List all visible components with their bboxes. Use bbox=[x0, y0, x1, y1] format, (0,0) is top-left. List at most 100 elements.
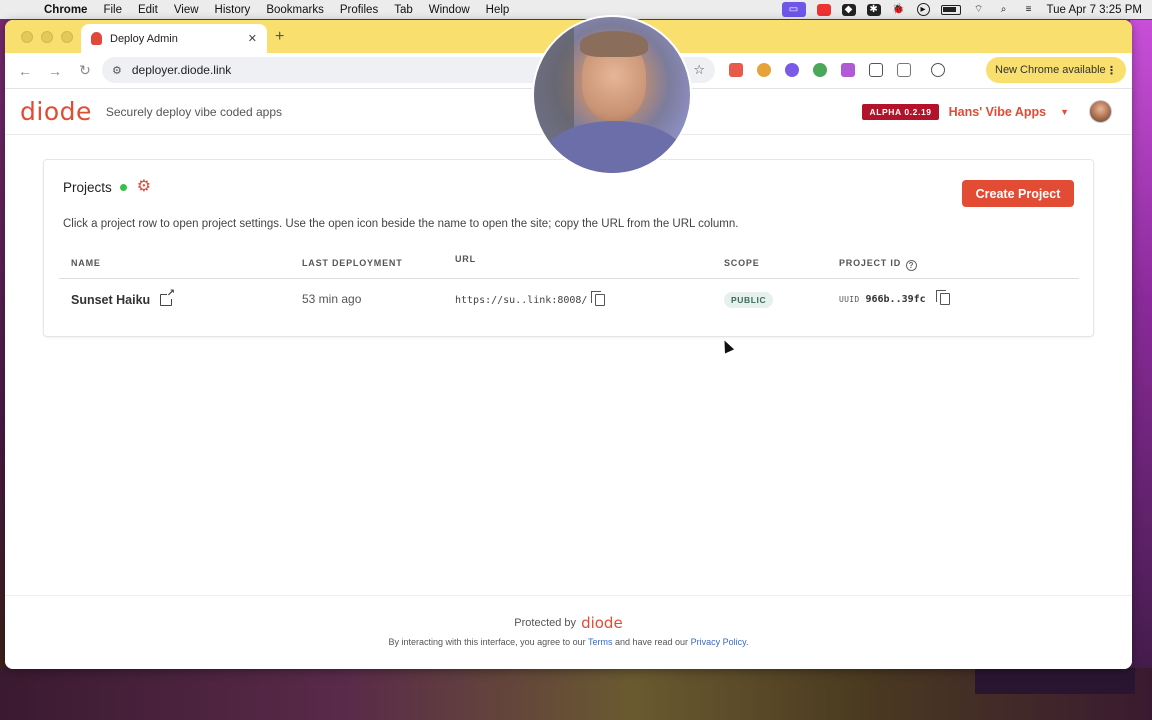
close-window-button[interactable] bbox=[21, 31, 33, 43]
minimize-window-button[interactable] bbox=[41, 31, 53, 43]
projects-card: Projects ⚙ Create Project Click a projec… bbox=[43, 159, 1094, 337]
new-tab-icon[interactable]: + bbox=[275, 28, 284, 46]
webcam-overlay bbox=[532, 15, 692, 175]
screen-share-icon[interactable]: ▭ bbox=[781, 2, 806, 17]
battery-icon[interactable] bbox=[940, 4, 961, 15]
header-right: ALPHA 0.2.19 Hans' Vibe Apps ▼ bbox=[862, 100, 1112, 123]
projects-hint: Click a project row to open project sett… bbox=[63, 218, 739, 230]
menu-bookmarks[interactable]: Bookmarks bbox=[266, 4, 324, 16]
gear-app-icon[interactable]: ✱ bbox=[866, 3, 881, 16]
menu-bar-clock[interactable]: Tue Apr 7 3:25 PM bbox=[1047, 4, 1142, 16]
web-page: diode Securely deploy vibe coded apps AL… bbox=[5, 89, 1132, 669]
menu-bar-status-area: ▭ ◆ ✱ 🐞 ▸ ⌔ ⌕ ≡ Tue Apr 7 3:25 PM bbox=[781, 2, 1142, 17]
control-center-icon[interactable]: ≡ bbox=[1022, 4, 1036, 16]
help-icon[interactable]: ? bbox=[906, 260, 918, 271]
desktop-wallpaper-edge bbox=[1130, 20, 1152, 720]
protected-by-label: Protected by bbox=[514, 617, 577, 629]
forward-icon[interactable]: → bbox=[47, 63, 63, 79]
tab-deploy-admin[interactable]: Deploy Admin ✕ bbox=[81, 24, 267, 53]
menu-profiles[interactable]: Profiles bbox=[340, 4, 378, 16]
app-tagline: Securely deploy vibe coded apps bbox=[105, 104, 282, 119]
page-title: Projects bbox=[63, 179, 112, 195]
avatar[interactable] bbox=[1089, 100, 1112, 123]
protected-by: Protected by diode bbox=[5, 614, 1132, 632]
extension-gmail-icon[interactable] bbox=[729, 63, 743, 77]
terms-link[interactable]: Terms bbox=[588, 637, 613, 647]
menu-app-name[interactable]: Chrome bbox=[44, 4, 87, 16]
tab-search-icon[interactable] bbox=[897, 63, 911, 77]
bug-icon[interactable]: 🐞 bbox=[892, 4, 906, 16]
scope-badge: PUBLIC bbox=[724, 292, 774, 308]
bookmark-star-icon[interactable]: ☆ bbox=[693, 62, 705, 78]
url-text: deployer.diode.link bbox=[131, 63, 232, 77]
status-online-indicator bbox=[119, 183, 127, 191]
extension-green-icon[interactable] bbox=[813, 63, 827, 77]
gear-icon[interactable]: ⚙ bbox=[137, 179, 151, 195]
extension-purple-icon[interactable] bbox=[785, 63, 799, 77]
table-divider bbox=[59, 278, 1079, 279]
app-menu: Chrome File Edit View History Bookmarks … bbox=[44, 4, 509, 16]
wifi-icon[interactable]: ⌔ bbox=[972, 4, 986, 16]
url-cell: https://su..link:8008/ bbox=[455, 291, 606, 306]
open-external-icon[interactable] bbox=[160, 289, 176, 306]
menu-edit[interactable]: Edit bbox=[138, 4, 158, 16]
zoom-window-button[interactable] bbox=[61, 31, 73, 43]
recording-icon[interactable] bbox=[816, 3, 831, 16]
profile-icon[interactable] bbox=[931, 63, 945, 77]
uuid-label: UUID bbox=[839, 294, 860, 304]
extension-magic-icon[interactable] bbox=[841, 63, 855, 77]
menu-window[interactable]: Window bbox=[429, 4, 470, 16]
site-info-icon[interactable]: ⚙ bbox=[112, 64, 122, 77]
chrome-menu-icon[interactable]: ⋮ bbox=[1106, 64, 1117, 77]
close-tab-icon[interactable]: ✕ bbox=[248, 32, 257, 45]
diode-favicon-icon bbox=[91, 32, 102, 45]
column-header-url: URL bbox=[455, 254, 476, 264]
reload-icon[interactable]: ↻ bbox=[77, 62, 93, 79]
legal-suffix: . bbox=[745, 637, 749, 647]
page-footer: Protected by diode By interacting with t… bbox=[5, 595, 1132, 669]
chevron-down-icon[interactable]: ▼ bbox=[1060, 107, 1069, 117]
privacy-policy-link[interactable]: Privacy Policy bbox=[691, 637, 746, 647]
extensions-puzzle-icon[interactable] bbox=[869, 63, 883, 77]
column-header-project-id-label: PROJECT ID bbox=[839, 258, 902, 268]
projects-header: Projects ⚙ bbox=[63, 179, 151, 195]
copy-id-icon[interactable] bbox=[935, 290, 950, 305]
background-window bbox=[975, 668, 1135, 694]
version-badge: ALPHA 0.2.19 bbox=[862, 103, 939, 120]
copy-url-icon[interactable] bbox=[591, 291, 606, 306]
cube-icon[interactable]: ◆ bbox=[841, 3, 856, 16]
uuid-value: 966b..39fc bbox=[865, 293, 926, 305]
project-name-cell: Sunset Haiku bbox=[71, 289, 176, 307]
back-icon[interactable]: ← bbox=[17, 63, 33, 79]
column-header-scope: SCOPE bbox=[724, 258, 760, 268]
menu-file[interactable]: File bbox=[103, 4, 122, 16]
last-deployment-value: 53 min ago bbox=[302, 292, 362, 306]
workspace-selector[interactable]: Hans' Vibe Apps bbox=[949, 105, 1046, 119]
menu-help[interactable]: Help bbox=[486, 4, 510, 16]
new-chrome-label: New Chrome available bbox=[995, 64, 1106, 76]
macos-menu-bar: Chrome File Edit View History Bookmarks … bbox=[0, 0, 1152, 19]
extension-bear-icon[interactable] bbox=[757, 63, 771, 77]
footer-diode-logo[interactable]: diode bbox=[581, 614, 623, 632]
extensions-row bbox=[729, 63, 945, 77]
diode-logo[interactable]: diode bbox=[20, 97, 92, 126]
create-project-button[interactable]: Create Project bbox=[962, 180, 1074, 207]
play-icon[interactable]: ▸ bbox=[916, 3, 930, 16]
menu-view[interactable]: View bbox=[174, 4, 199, 16]
column-header-last-deployment: LAST DEPLOYMENT bbox=[302, 258, 403, 268]
window-controls bbox=[21, 31, 73, 43]
project-url: https://su..link:8008/ bbox=[455, 294, 588, 306]
column-header-name: NAME bbox=[71, 258, 101, 268]
menu-history[interactable]: History bbox=[215, 4, 251, 16]
webcam-person-hair bbox=[580, 31, 648, 57]
tab-title: Deploy Admin bbox=[110, 32, 178, 45]
project-id-cell: UUID 966b..39fc bbox=[839, 290, 950, 305]
project-name[interactable]: Sunset Haiku bbox=[71, 293, 150, 307]
legal-middle: and have read our bbox=[615, 637, 689, 647]
column-header-project-id: PROJECT ID? bbox=[839, 258, 918, 271]
menu-tab[interactable]: Tab bbox=[394, 4, 413, 16]
search-icon[interactable]: ⌕ bbox=[997, 4, 1011, 16]
legal-notice: By interacting with this interface, you … bbox=[5, 637, 1132, 647]
legal-prefix: By interacting with this interface, you … bbox=[388, 637, 586, 647]
new-chrome-available-button[interactable]: New Chrome available ⋮ bbox=[986, 57, 1126, 83]
